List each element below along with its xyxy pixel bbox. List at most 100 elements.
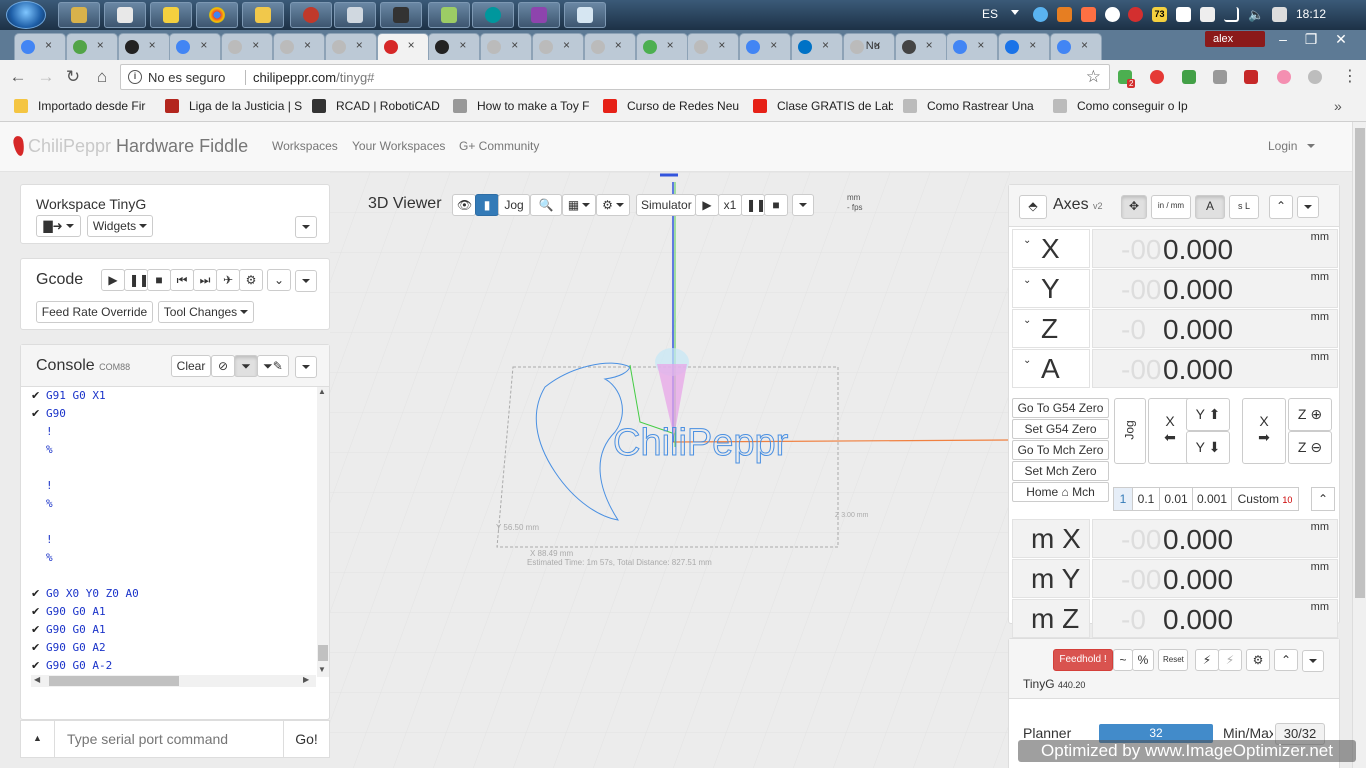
browser-tab[interactable]: × [635,33,688,60]
login-dropdown[interactable]: Login [1268,139,1315,153]
tab-close-icon[interactable]: × [356,38,363,52]
gcode-collapse-icon[interactable]: ⌄ [267,269,291,291]
eye-icon[interactable]: 👁 [452,194,476,216]
extension-icon[interactable] [1244,70,1258,84]
browser-tab[interactable]: × [65,33,118,60]
tray-badge-icon[interactable]: 73 [1152,7,1167,22]
lightning-off-icon[interactable]: ⚡ [1218,649,1242,671]
viewer-menu-button[interactable] [792,194,814,216]
camera-icon[interactable]: ▮ [475,194,499,216]
home-button[interactable]: ⌂ [92,67,112,87]
gcode-settings-icon[interactable]: ⚙ [239,269,263,291]
brand-logo[interactable]: ChiliPeppr Hardware Fiddle [12,135,248,157]
gcode-last-icon[interactable]: ⏭ [193,269,217,291]
cloud-icon[interactable] [1033,7,1048,22]
tab-close-icon[interactable]: × [459,38,466,52]
tab-close-icon[interactable]: × [97,38,104,52]
speed-button[interactable]: x1 [718,194,742,216]
tray-app-icon[interactable] [1272,7,1287,22]
bookmark-item[interactable]: Curso de Redes Neu [603,99,743,113]
taskbar-app[interactable] [58,2,100,28]
nav-your-workspaces[interactable]: Your Workspaces [352,139,445,153]
3d-viewer-canvas[interactable]: ChiliPeppr Y 56.50 mm X 88.49 mm Z 3.00 … [330,172,1010,768]
axes-collapse-icon[interactable]: ⌃ [1269,195,1293,219]
bookmark-star-icon[interactable]: ☆ [1086,67,1101,87]
close-window-button[interactable]: ✕ [1326,30,1356,48]
taskbar-app[interactable] [290,2,332,28]
taskbar-app[interactable] [150,2,192,28]
browser-tab[interactable]: × [273,33,325,60]
bookmark-item[interactable]: Como conseguir o Ip [1053,99,1193,113]
axis-label[interactable]: m X [1012,519,1090,558]
resume-button[interactable]: ~ [1113,649,1133,671]
taskbar-explorer[interactable] [242,2,284,28]
go-to-g54-zero-button[interactable]: Go To G54 Zero [1012,398,1109,418]
back-button[interactable]: ← [8,67,28,87]
history-up-button[interactable]: ▲ [21,721,55,757]
set-mch-zero-button[interactable]: Set Mch Zero [1012,461,1109,481]
tab-close-icon[interactable]: × [1029,38,1036,52]
clock[interactable]: 18:12 [1296,7,1326,21]
reset-button[interactable]: Reset [1158,649,1188,671]
minimize-button[interactable]: – [1268,30,1298,48]
tab-close-icon[interactable]: × [408,38,415,52]
gcode-pause-icon[interactable]: ❚❚ [124,269,149,291]
network-icon[interactable] [1224,7,1239,22]
gcode-plane-icon[interactable]: ✈ [216,269,240,291]
tray-app-icon[interactable] [1081,7,1096,22]
axis-label[interactable]: m Y [1012,559,1090,598]
gcode-stop-icon[interactable]: ■ [147,269,171,291]
jog-z-plus-button[interactable]: Z ⊕ [1288,398,1332,431]
jog-toggle-button[interactable]: Jog [498,194,530,216]
console-menu-button[interactable] [295,356,317,378]
grid-menu-button[interactable]: ▦ [562,194,596,216]
tab-close-icon[interactable]: × [926,38,933,52]
shield-icon[interactable] [1182,70,1196,84]
feedhold-button[interactable]: Feedhold ! [1053,649,1113,671]
browser-tab[interactable]: × [1050,33,1102,60]
feed-rate-override-button[interactable]: Feed Rate Override [36,301,153,323]
tab-close-icon[interactable]: × [615,38,622,52]
tab-close-icon[interactable]: × [977,38,984,52]
browser-tab[interactable]: × [14,33,66,60]
jog-y-plus-button[interactable]: Y ⬆ [1186,398,1230,431]
go-to-mch-zero-button[interactable]: Go To Mch Zero [1012,440,1109,460]
profile-button[interactable]: alex [1205,31,1265,47]
tab-close-icon[interactable]: × [667,38,674,52]
tab-close-icon[interactable]: × [874,38,881,52]
tool-changes-dropdown[interactable]: Tool Changes [158,301,254,323]
start-button[interactable] [6,1,46,29]
browser-tab[interactable]: × [583,33,636,60]
console-clear-button[interactable]: Clear [171,355,211,377]
volume-icon[interactable]: 🔈 [1248,7,1264,22]
caret-icon[interactable]: ⌄ [1023,222,1031,260]
serial-command-input[interactable] [55,721,283,757]
increment-1-button[interactable]: 1 [1113,487,1133,511]
bookmark-item[interactable]: Clase GRATIS de Lab [753,99,893,113]
custom-increment-button[interactable]: Custom 10 [1231,487,1299,511]
tab-close-icon[interactable]: × [563,38,570,52]
caret-icon[interactable]: ⌄ [1023,302,1031,340]
taskbar-app[interactable] [564,2,606,28]
tray-app-icon[interactable] [1176,7,1191,22]
console-hscrollbar[interactable]: ◀ ▶ [31,675,316,687]
console-scrollbar[interactable]: ▲ ▼ [317,387,329,677]
pause-icon[interactable]: ❚❚ [741,194,766,216]
scroll-left-icon[interactable]: ◀ [34,675,40,684]
taskbar-chrome[interactable] [196,2,238,28]
tab-close-icon[interactable]: × [200,38,207,52]
browser-tab[interactable]: × [791,33,843,60]
caret-icon[interactable]: ⌄ [1023,342,1031,380]
absolute-icon[interactable]: A [1195,195,1225,219]
tray-app-icon[interactable] [1128,7,1143,22]
nav-workspaces[interactable]: Workspaces [272,139,338,153]
browser-tab[interactable]: × [221,33,274,60]
label-toggle-icon[interactable]: s L [1229,195,1259,219]
increment-0-001-button[interactable]: 0.001 [1192,487,1232,511]
zoom-icon[interactable]: 🔍 [530,194,562,216]
tab-close-icon[interactable]: × [304,38,311,52]
jog-y-minus-button[interactable]: Y ⬇ [1186,431,1230,464]
jog-x-plus-button[interactable]: X ➡ [1242,398,1286,464]
workspace-expand-button[interactable] [295,216,317,238]
bookmark-item[interactable]: Liga de la Justicia | S [165,99,305,113]
